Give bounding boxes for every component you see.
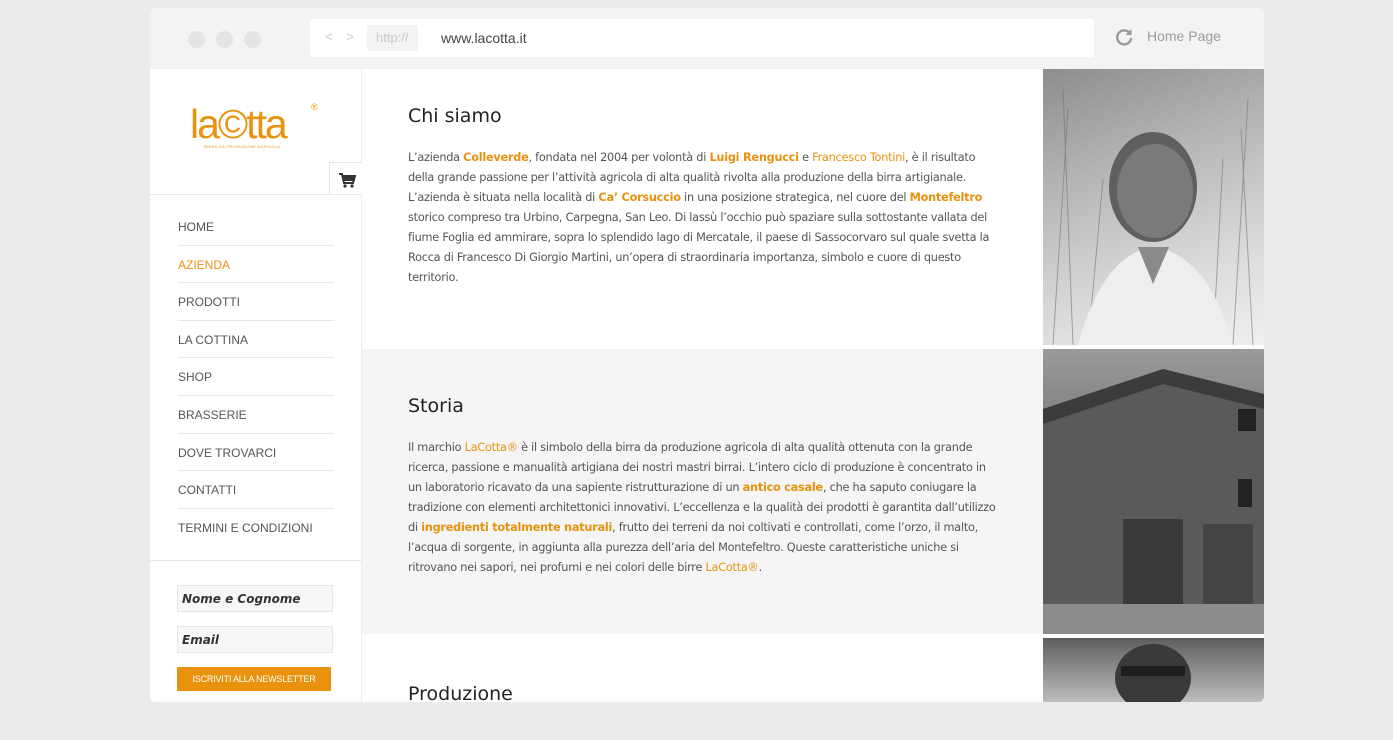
link-montefeltro[interactable]: Montefeltro <box>910 191 983 204</box>
menu-item-contatti[interactable]: CONTATTI <box>178 471 334 509</box>
browser-window: < > http:// www.lacotta.it Home Page la©… <box>150 8 1264 702</box>
section-text-chi-siamo: L’azienda Colleverde, fondata nel 2004 p… <box>408 151 990 284</box>
cart-icon <box>339 173 357 188</box>
cart-button[interactable] <box>329 162 362 195</box>
newsletter-subscribe-button[interactable]: ISCRIVITI ALLA NEWSLETTER <box>177 667 331 691</box>
section-title-storia: Storia <box>408 395 464 417</box>
home-page-link[interactable]: Home Page <box>1147 28 1221 44</box>
menu-item-home[interactable]: HOME <box>178 208 334 246</box>
link-ingredienti-naturali[interactable]: ingredienti totalmente naturali <box>421 521 612 534</box>
newsletter-email-input[interactable] <box>177 626 333 653</box>
reload-icon[interactable] <box>1112 26 1136 50</box>
link-lacotta-birre[interactable]: LaCotta® <box>706 561 759 574</box>
sidebar-divider-newsletter <box>150 560 362 561</box>
portrait-photo <box>1043 69 1264 345</box>
main-menu: HOME AZIENDA PRODOTTI LA COTTINA SHOP BR… <box>178 208 334 546</box>
menu-item-shop[interactable]: SHOP <box>178 358 334 396</box>
menu-item-azienda[interactable]: AZIENDA <box>178 246 334 284</box>
section-produzione: Produzione <box>362 638 1043 702</box>
section-title-produzione: Produzione <box>408 683 513 702</box>
link-antico-casale[interactable]: antico casale <box>743 481 824 494</box>
link-lacotta[interactable]: LaCotta® <box>465 441 518 454</box>
link-colleverde[interactable]: Colleverde <box>463 151 529 164</box>
menu-item-dove-trovarci[interactable]: DOVE TROVARCI <box>178 434 334 472</box>
window-dot-close[interactable] <box>188 31 205 48</box>
sidebar-divider <box>150 194 362 195</box>
link-ca-corsuccio[interactable]: Ca’ Corsuccio <box>598 191 681 204</box>
back-forward-icon[interactable]: < > <box>325 29 359 44</box>
menu-item-termini[interactable]: TERMINI E CONDIZIONI <box>178 509 334 547</box>
browser-toolbar: < > http:// www.lacotta.it Home Page <box>150 8 1264 69</box>
logo-tagline: BIRRA DA PRODUZIONE AGRICOLA <box>204 144 281 149</box>
link-francesco-tontini[interactable]: Francesco Tontini <box>812 151 905 164</box>
window-dot-maximize[interactable] <box>244 31 261 48</box>
logo-wordmark: la©tta <box>190 101 288 147</box>
url-protocol: http:// <box>367 25 418 51</box>
lacotta-logo[interactable]: la©tta ® BIRRA DA PRODUZIONE AGRICOLA <box>190 102 325 154</box>
newsletter-name-input[interactable] <box>177 585 333 612</box>
section-text-storia: Il marchio LaCotta® è il simbolo della b… <box>408 441 996 574</box>
link-luigi-rengucci[interactable]: Luigi Rengucci <box>709 151 799 164</box>
section-title-chi-siamo: Chi siamo <box>408 105 502 127</box>
logo-registered-mark: ® <box>311 102 318 112</box>
section-chi-siamo: Chi siamo L’azienda Colleverde, fondata … <box>362 69 1043 345</box>
window-dot-minimize[interactable] <box>216 31 233 48</box>
farmhouse-photo <box>1043 349 1264 634</box>
brewer-photo <box>1043 638 1264 702</box>
address-bar[interactable]: < > http:// www.lacotta.it <box>310 19 1094 57</box>
menu-item-prodotti[interactable]: PRODOTTI <box>178 283 334 321</box>
url-text[interactable]: www.lacotta.it <box>441 19 527 57</box>
menu-item-la-cottina[interactable]: LA COTTINA <box>178 321 334 359</box>
menu-item-brasserie[interactable]: BRASSERIE <box>178 396 334 434</box>
section-storia: Storia Il marchio LaCotta® è il simbolo … <box>362 349 1043 634</box>
sidebar: la©tta ® BIRRA DA PRODUZIONE AGRICOLA HO… <box>150 69 362 702</box>
